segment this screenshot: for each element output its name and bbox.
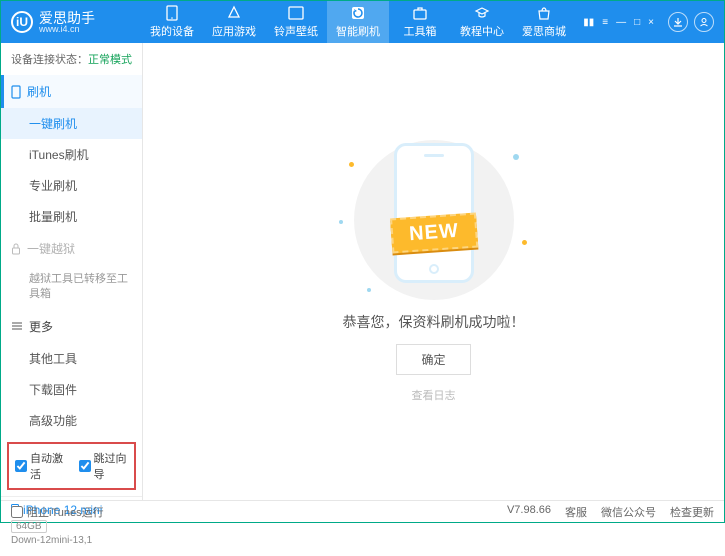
sidebar-jailbreak-note: 越狱工具已转移至工具箱 — [1, 265, 142, 310]
view-log-link[interactable]: 查看日志 — [412, 387, 456, 403]
success-illustration: NEW — [319, 140, 549, 300]
logo-icon: iU — [11, 11, 33, 33]
main-content: NEW 恭喜您，保资料刷机成功啦！ 确定 查看日志 — [143, 43, 724, 500]
new-ribbon: NEW — [390, 212, 478, 253]
app-name: 爱思助手 — [39, 11, 95, 25]
device-model: Down-12mini-13,1 — [11, 535, 132, 546]
sidebar-item-itunes-flash[interactable]: iTunes刷机 — [1, 139, 142, 170]
maximize-button[interactable]: □ — [634, 17, 640, 28]
tab-store[interactable]: 爱思商城 — [513, 1, 575, 43]
sidebar: 设备连接状态：正常模式 刷机 一键刷机 iTunes刷机 专业刷机 批量刷机 一… — [1, 43, 143, 500]
customer-service-link[interactable]: 客服 — [565, 504, 587, 520]
graduation-icon — [474, 5, 490, 21]
menu-icon-a[interactable]: ▮▮ — [583, 17, 594, 28]
menu-icon-b[interactable]: ≡ — [602, 17, 608, 28]
checkbox-auto-activate[interactable]: 自动激活 — [15, 450, 65, 482]
user-icon[interactable] — [694, 12, 714, 32]
checkbox-skip-guide[interactable]: 跳过向导 — [79, 450, 129, 482]
success-message: 恭喜您，保资料刷机成功啦！ — [343, 312, 525, 332]
minimize-button[interactable]: — — [616, 17, 626, 28]
download-icon[interactable] — [668, 12, 688, 32]
refresh-icon — [350, 5, 366, 21]
app-site: www.i4.cn — [39, 25, 95, 34]
wechat-link[interactable]: 微信公众号 — [601, 504, 656, 520]
wallpaper-icon — [288, 5, 304, 21]
toolbox-icon — [412, 5, 428, 21]
ok-button[interactable]: 确定 — [396, 344, 470, 375]
version-label: V7.98.66 — [507, 504, 551, 520]
apps-icon — [226, 5, 242, 21]
check-update-link[interactable]: 检查更新 — [670, 504, 714, 520]
titlebar: iU 爱思助手 www.i4.cn 我的设备 应用游戏 铃声壁纸 智能刷机 工具… — [1, 1, 724, 43]
tab-ringtones[interactable]: 铃声壁纸 — [265, 1, 327, 43]
tab-flash[interactable]: 智能刷机 — [327, 1, 389, 43]
sidebar-head-jailbreak: 一键越狱 — [1, 232, 142, 265]
sidebar-item-download-firmware[interactable]: 下载固件 — [1, 374, 142, 405]
sidebar-item-batch-flash[interactable]: 批量刷机 — [1, 201, 142, 232]
sidebar-item-other-tools[interactable]: 其他工具 — [1, 343, 142, 374]
lock-icon — [11, 243, 21, 255]
sidebar-item-pro-flash[interactable]: 专业刷机 — [1, 170, 142, 201]
store-icon — [536, 5, 552, 21]
app-logo: iU 爱思助手 www.i4.cn — [11, 11, 141, 34]
window-controls: ▮▮ ≡ — □ × — [583, 12, 714, 32]
tab-my-device[interactable]: 我的设备 — [141, 1, 203, 43]
more-icon — [11, 321, 23, 331]
sidebar-item-advanced[interactable]: 高级功能 — [1, 405, 142, 436]
sidebar-head-flash[interactable]: 刷机 — [1, 75, 142, 108]
close-button[interactable]: × — [648, 17, 654, 28]
top-nav: 我的设备 应用游戏 铃声壁纸 智能刷机 工具箱 教程中心 爱思商城 — [141, 1, 583, 43]
phone-small-icon — [11, 85, 21, 99]
tab-apps[interactable]: 应用游戏 — [203, 1, 265, 43]
phone-icon — [164, 5, 180, 21]
tab-tutorials[interactable]: 教程中心 — [451, 1, 513, 43]
sidebar-item-one-key-flash[interactable]: 一键刷机 — [1, 108, 142, 139]
device-storage: 64GB — [11, 520, 47, 533]
sidebar-head-more[interactable]: 更多 — [1, 310, 142, 343]
sidebar-options-box: 自动激活 跳过向导 — [7, 442, 136, 490]
tab-toolbox[interactable]: 工具箱 — [389, 1, 451, 43]
checkbox-block-itunes[interactable]: 阻止iTunes运行 — [11, 504, 104, 520]
connection-status: 设备连接状态：正常模式 — [1, 43, 142, 75]
